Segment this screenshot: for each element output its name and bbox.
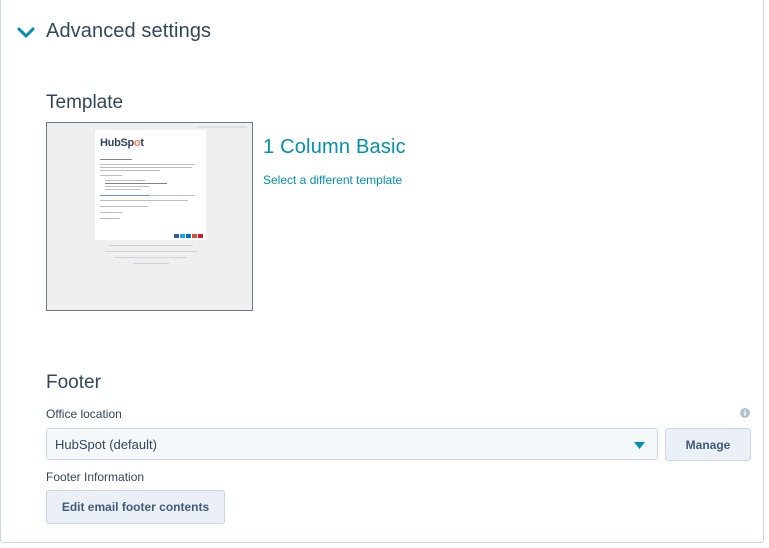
template-thumbnail[interactable]: HubSpot	[46, 122, 253, 311]
template-preview-card: HubSpot	[95, 130, 206, 240]
footer-heading: Footer	[46, 372, 101, 393]
advanced-settings-toggle[interactable]: Advanced settings	[15, 20, 211, 43]
office-location-select[interactable]: HubSpot (default)	[46, 428, 658, 460]
template-name-link[interactable]: 1 Column Basic	[263, 136, 406, 159]
advanced-settings-title: Advanced settings	[46, 20, 212, 42]
footer-information-label: Footer Information	[46, 470, 145, 484]
manage-button[interactable]: Manage	[665, 428, 751, 461]
office-location-label: Office location	[46, 407, 122, 421]
caret-down-icon	[634, 442, 645, 449]
advanced-settings-panel: Advanced settings Template HubSpot 1 Col…	[0, 0, 764, 543]
hubspot-logo: HubSpot	[100, 137, 144, 149]
info-icon[interactable]	[740, 408, 750, 418]
office-location-value: HubSpot (default)	[55, 437, 157, 452]
select-different-template-link[interactable]: Select a different template	[263, 173, 402, 187]
template-heading: Template	[46, 92, 124, 113]
social-icons	[174, 234, 203, 238]
edit-email-footer-button[interactable]: Edit email footer contents	[46, 490, 225, 524]
chevron-down-icon	[17, 27, 35, 37]
